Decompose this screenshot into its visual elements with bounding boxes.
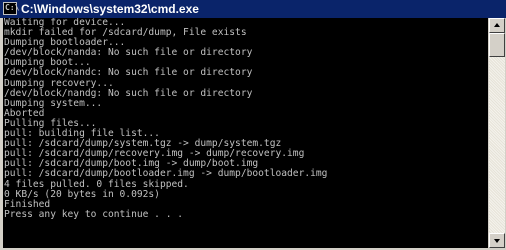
- vertical-scrollbar[interactable]: [489, 18, 505, 248]
- cmd-icon-glyph: C:\: [5, 3, 20, 12]
- scrollbar-track[interactable]: [489, 33, 505, 233]
- scrollbar-thumb[interactable]: [489, 33, 505, 57]
- arrow-down-icon: [494, 239, 500, 243]
- window-title: C:\Windows\system32\cmd.exe: [21, 2, 199, 16]
- scroll-up-button[interactable]: [489, 18, 505, 33]
- console-text: Waiting for device... mkdir failed for /…: [4, 18, 328, 220]
- cmd-icon[interactable]: C:\: [3, 2, 20, 15]
- console-output[interactable]: Waiting for device... mkdir failed for /…: [3, 18, 488, 248]
- cmd-window: C:\ C:\Windows\system32\cmd.exe Waiting …: [0, 0, 506, 250]
- scroll-down-button[interactable]: [489, 233, 505, 248]
- arrow-up-icon: [494, 23, 500, 27]
- title-bar[interactable]: C:\ C:\Windows\system32\cmd.exe: [0, 0, 506, 18]
